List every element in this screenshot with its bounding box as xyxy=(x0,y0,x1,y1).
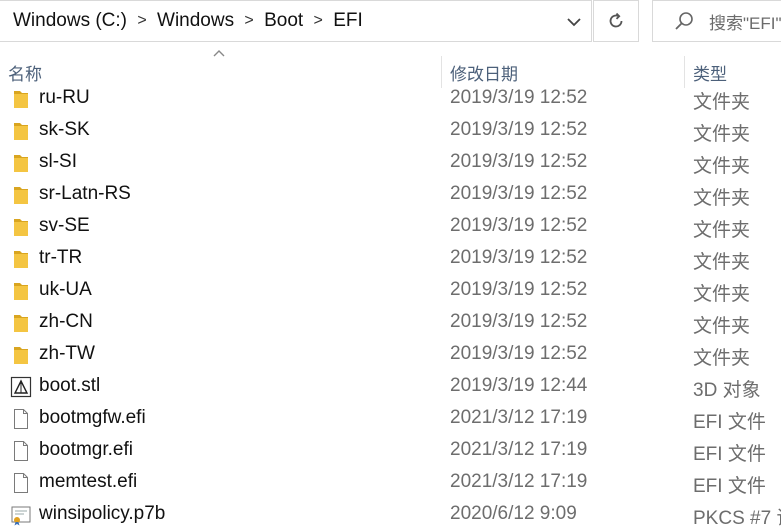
file-modified-date: 2019/3/19 12:52 xyxy=(450,215,588,236)
3d-object-icon xyxy=(10,376,32,398)
breadcrumb-separator[interactable]: > xyxy=(130,12,154,30)
folder-icon xyxy=(10,216,32,238)
file-row[interactable]: uk-UA 2019/3/19 12:52 文件夹 xyxy=(0,274,781,306)
file-type: EFI 文件 xyxy=(693,444,766,465)
breadcrumb-efi[interactable]: EFI xyxy=(330,10,366,32)
file-type: 文件夹 xyxy=(693,188,751,209)
file-name: tr-TR xyxy=(39,247,83,268)
file-icon xyxy=(10,440,32,462)
file-type: PKCS #7 证 xyxy=(693,508,781,529)
file-name: boot.stl xyxy=(39,375,101,396)
file-name: zh-TW xyxy=(39,343,95,364)
file-modified-date: 2019/3/19 12:52 xyxy=(450,183,588,204)
file-type: 3D 对象 xyxy=(693,380,761,401)
file-row[interactable]: tr-TR 2019/3/19 12:52 文件夹 xyxy=(0,242,781,274)
certificate-icon xyxy=(10,504,32,526)
file-row[interactable]: winsipolicy.p7b 2020/6/12 9:09 PKCS #7 证 xyxy=(0,498,781,530)
file-row[interactable]: zh-CN 2019/3/19 12:52 文件夹 xyxy=(0,306,781,338)
breadcrumb-separator[interactable]: > xyxy=(306,12,330,30)
file-modified-date: 2021/3/12 17:19 xyxy=(450,439,588,460)
folder-icon xyxy=(10,120,32,142)
file-modified-date: 2020/6/12 9:09 xyxy=(450,503,577,524)
file-icon xyxy=(10,472,32,494)
file-icon xyxy=(10,408,32,430)
file-row[interactable]: sk-SK 2019/3/19 12:52 文件夹 xyxy=(0,114,781,146)
search-box[interactable]: 搜索"EFI" xyxy=(652,0,781,42)
file-modified-date: 2019/3/19 12:52 xyxy=(450,311,588,332)
file-modified-date: 2019/3/19 12:52 xyxy=(450,279,588,300)
file-type: 文件夹 xyxy=(693,92,751,113)
file-type: 文件夹 xyxy=(693,156,751,177)
breadcrumb-separator[interactable]: > xyxy=(237,12,261,30)
search-input[interactable]: 搜索"EFI" xyxy=(709,9,781,34)
breadcrumb-boot[interactable]: Boot xyxy=(261,10,306,32)
file-modified-date: 2019/3/19 12:52 xyxy=(450,151,588,172)
file-list: ru-RU 2019/3/19 12:52 文件夹 sk-SK 2019/3/19 1… xyxy=(0,82,781,530)
file-name: sl-SI xyxy=(39,151,77,172)
file-type: 文件夹 xyxy=(693,252,751,273)
file-row[interactable]: sv-SE 2019/3/19 12:52 文件夹 xyxy=(0,210,781,242)
file-modified-date: 2019/3/19 12:52 xyxy=(450,119,588,140)
file-name: winsipolicy.p7b xyxy=(39,503,166,524)
file-name: bootmgr.efi xyxy=(39,439,133,460)
file-type: 文件夹 xyxy=(693,124,751,145)
refresh-button[interactable] xyxy=(593,0,639,42)
file-modified-date: 2021/3/12 17:19 xyxy=(450,471,588,492)
file-row[interactable]: bootmgr.efi 2021/3/12 17:19 EFI 文件 xyxy=(0,434,781,466)
file-row[interactable]: bootmgfw.efi 2021/3/12 17:19 EFI 文件 xyxy=(0,402,781,434)
file-row[interactable]: sl-SI 2019/3/19 12:52 文件夹 xyxy=(0,146,781,178)
file-name: sv-SE xyxy=(39,215,90,236)
folder-icon xyxy=(10,88,32,110)
folder-icon xyxy=(10,184,32,206)
file-modified-date: 2021/3/12 17:19 xyxy=(450,407,588,428)
file-modified-date: 2019/3/19 12:52 xyxy=(450,87,588,108)
file-name: bootmgfw.efi xyxy=(39,407,146,428)
file-modified-date: 2019/3/19 12:52 xyxy=(450,247,588,268)
file-name: uk-UA xyxy=(39,279,92,300)
file-modified-date: 2019/3/19 12:44 xyxy=(450,375,588,396)
file-type: 文件夹 xyxy=(693,316,751,337)
refresh-icon xyxy=(609,12,623,28)
breadcrumb: Windows (C:) > Windows > Boot > EFI xyxy=(0,10,366,32)
folder-icon xyxy=(10,312,32,334)
file-modified-date: 2019/3/19 12:52 xyxy=(450,343,588,364)
address-bar[interactable]: Windows (C:) > Windows > Boot > EFI xyxy=(0,0,592,42)
file-type: 文件夹 xyxy=(693,348,751,369)
search-icon xyxy=(675,12,693,30)
file-type: 文件夹 xyxy=(693,220,751,241)
folder-icon xyxy=(10,344,32,366)
sort-ascending-icon xyxy=(213,50,225,57)
chevron-down-icon[interactable] xyxy=(565,13,583,31)
breadcrumb-windows[interactable]: Windows xyxy=(154,10,237,32)
file-row[interactable]: boot.stl 2019/3/19 12:44 3D 对象 xyxy=(0,370,781,402)
file-type: EFI 文件 xyxy=(693,412,766,433)
folder-icon xyxy=(10,280,32,302)
file-row[interactable]: sr-Latn-RS 2019/3/19 12:52 文件夹 xyxy=(0,178,781,210)
file-type: 文件夹 xyxy=(693,284,751,305)
file-row[interactable]: zh-TW 2019/3/19 12:52 文件夹 xyxy=(0,338,781,370)
file-row[interactable]: ru-RU 2019/3/19 12:52 文件夹 xyxy=(0,82,781,114)
file-name: sr-Latn-RS xyxy=(39,183,131,204)
column-headers: 名称 修改日期 类型 xyxy=(0,44,781,88)
file-row[interactable]: memtest.efi 2021/3/12 17:19 EFI 文件 xyxy=(0,466,781,498)
breadcrumb-drive[interactable]: Windows (C:) xyxy=(10,10,130,32)
file-name: sk-SK xyxy=(39,119,90,140)
file-name: ru-RU xyxy=(39,87,90,108)
folder-icon xyxy=(10,152,32,174)
file-name: memtest.efi xyxy=(39,471,138,492)
file-type: EFI 文件 xyxy=(693,476,766,497)
folder-icon xyxy=(10,248,32,270)
file-name: zh-CN xyxy=(39,311,93,332)
navigation-bar: Windows (C:) > Windows > Boot > EFI 搜索"E… xyxy=(0,0,781,44)
